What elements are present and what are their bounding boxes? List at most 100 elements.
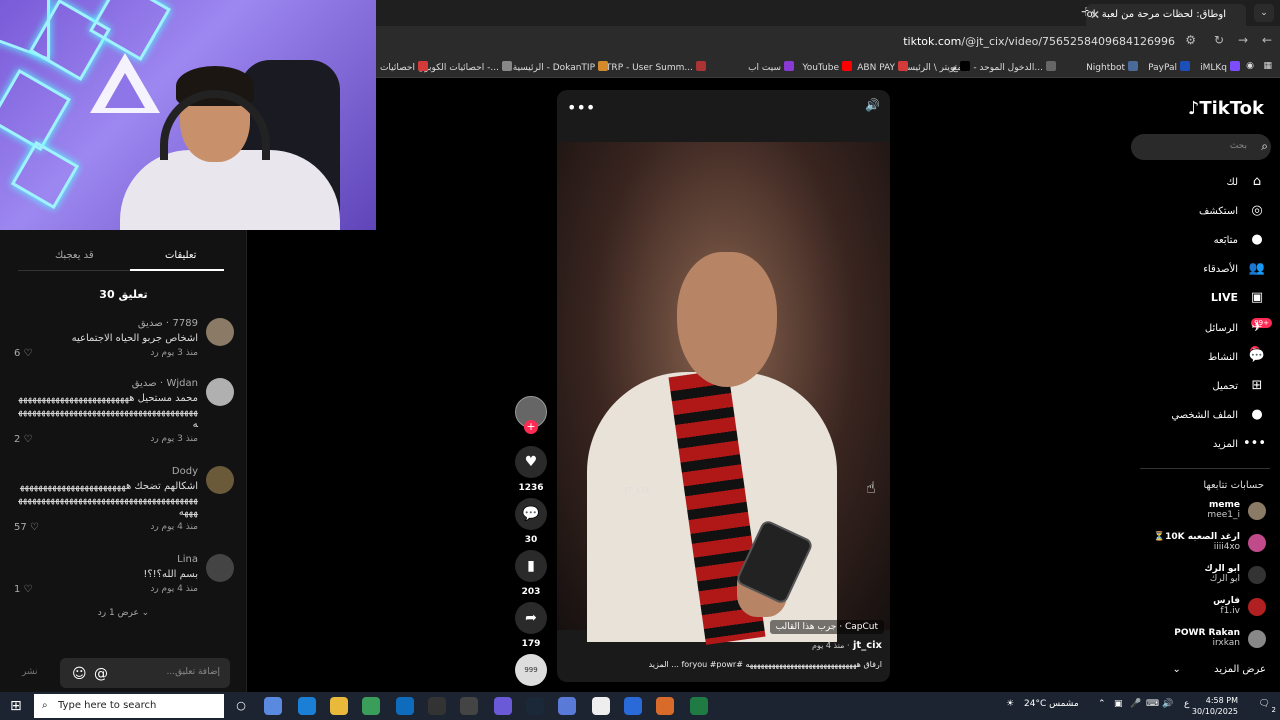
bookmark-item[interactable]: احصائيات — [380, 61, 428, 73]
bookmark-item[interactable]: ABN PAY — [857, 61, 908, 73]
forward-icon[interactable]: → — [1238, 33, 1248, 47]
avatar[interactable] — [206, 318, 234, 346]
windows-start-icon[interactable]: ⊞ — [10, 698, 22, 714]
copilot-icon[interactable] — [264, 697, 282, 715]
notepad-icon[interactable] — [592, 697, 610, 715]
tab-search-button[interactable]: ⌄ — [1254, 4, 1274, 22]
comment-meta[interactable]: منذ 4 يوم رد — [18, 522, 198, 532]
share-action[interactable]: ➦ 179 — [514, 602, 548, 649]
following-item[interactable]: ابو الرك ابو الرك — [1126, 564, 1266, 584]
steam-icon[interactable] — [526, 697, 544, 715]
bookmark-item[interactable]: PayPal — [1148, 61, 1190, 73]
video-description[interactable]: ارفاق ههههههههههههههههههههههههههههههه #f… — [562, 660, 882, 669]
nav-friends[interactable]: 👥 الأصدقاء — [1126, 261, 1266, 276]
tray-chevron-icon[interactable]: ⌃ — [1098, 699, 1106, 709]
file-explorer-icon[interactable] — [330, 697, 348, 715]
tab-close-icon[interactable]: ✕ — [1090, 4, 1100, 26]
video-player[interactable]: JT_CIX ••• 🔊 CapCut · جرب هذا القالب jt_… — [557, 90, 890, 682]
view-replies-button[interactable]: عرض 1 رد ⌄ — [0, 608, 247, 618]
avatar[interactable] — [206, 554, 234, 582]
app-icon[interactable] — [460, 697, 478, 715]
capcut-template-link[interactable]: CapCut · جرب هذا القالب — [769, 620, 884, 634]
task-view-icon[interactable]: ○ — [232, 697, 250, 715]
comment-meta[interactable]: منذ 3 يوم رد — [18, 434, 198, 444]
following-item[interactable]: فارس f1.iv — [1126, 596, 1266, 616]
bookmark-item[interactable]: Nightbot — [1086, 61, 1138, 73]
avatar[interactable] — [206, 466, 234, 494]
following-item[interactable]: ارغد الصعبه 10K⏳ iiii4xo — [1126, 532, 1266, 552]
nav-more[interactable]: ••• المزيد — [1126, 436, 1266, 451]
weather-status[interactable]: 24°C مشمس — [1024, 699, 1079, 709]
mic-icon[interactable]: 🎤 — [1130, 699, 1141, 709]
bookmark-item[interactable]: تويتر \ الرئيسية — [900, 61, 970, 73]
bookmark-item[interactable]: YouTube — [802, 61, 852, 73]
chrome-icon[interactable] — [362, 697, 380, 715]
app-icon[interactable] — [558, 697, 576, 715]
outlook-icon[interactable] — [396, 697, 414, 715]
nav-for-you[interactable]: ⌂ لك — [1126, 174, 1266, 189]
music-disc[interactable]: 999 — [514, 654, 548, 686]
emoji-icon[interactable]: ☺ — [72, 666, 87, 682]
show-more-button[interactable]: عرض المزيد ⌄ — [1126, 664, 1267, 675]
comment-author[interactable]: Wjdan · صديق — [18, 378, 198, 389]
comment-author[interactable]: Lina — [18, 554, 198, 565]
notification-icon[interactable]: 🗨 — [1259, 699, 1270, 709]
clock[interactable]: 4:58 PM 30/10/2025 — [1192, 695, 1238, 717]
save-action[interactable]: ▮ 203 — [514, 550, 548, 597]
comment-meta[interactable]: منذ 3 يوم رد — [18, 348, 198, 358]
obs-icon[interactable] — [428, 697, 446, 715]
nav-following[interactable]: ● متابَعه — [1126, 232, 1266, 247]
follow-button[interactable]: + — [524, 420, 538, 434]
video-author[interactable]: jt_cix · منذ 4 يوم — [812, 640, 882, 651]
bookmark-item[interactable]: سيت اب — [748, 61, 794, 73]
comment-like-button[interactable]: 1 ♡ — [14, 584, 33, 595]
reload-icon[interactable]: ↻ — [1214, 33, 1224, 47]
edge-icon[interactable] — [298, 697, 316, 715]
app-icon[interactable] — [624, 697, 642, 715]
bookmark-item[interactable]: الرئيسية - DokanTIP — [513, 61, 608, 73]
browser-tab[interactable]: اوطاق: لحظات مرحة من لعبة Tok ✕ — [1086, 4, 1246, 26]
discord-icon[interactable] — [494, 697, 512, 715]
back-icon[interactable]: ← — [1262, 33, 1272, 47]
nav-profile[interactable]: ● الملف الشخصي — [1126, 407, 1266, 422]
tab-comments[interactable]: تعليقات — [165, 250, 196, 261]
site-settings-icon[interactable]: ⚙ — [1185, 33, 1196, 47]
apps-icon[interactable]: ▦ — [1263, 61, 1272, 71]
more-options-icon[interactable]: ••• — [567, 98, 595, 117]
comment-author[interactable]: 7789 · صديق — [18, 318, 198, 329]
volume-icon[interactable]: 🔊 — [1162, 699, 1173, 709]
like-action[interactable]: ♥ 1236 — [514, 446, 548, 493]
mention-icon[interactable]: @ — [94, 666, 108, 682]
nav-activity[interactable]: 💬 النشاط — [1126, 349, 1266, 364]
tiktok-logo[interactable]: ♪TikTok — [1188, 98, 1264, 119]
bookmark-globe-icon[interactable]: ◉ — [1246, 61, 1254, 71]
comment-like-button[interactable]: 2 ♡ — [14, 434, 33, 445]
url-field[interactable]: tiktok.com/@jt_cix/video/756525840968412… — [903, 35, 1175, 48]
taskbar-search[interactable]: Type here to search — [34, 694, 224, 718]
app-icon[interactable] — [656, 697, 674, 715]
comment-author[interactable]: Dody — [18, 466, 198, 477]
tray-app-icon[interactable]: ▣ — [1114, 699, 1123, 709]
comment-action[interactable]: 💬 30 — [514, 498, 548, 545]
following-item[interactable]: POWR Rakan irxkan — [1126, 628, 1266, 648]
language-indicator[interactable]: ع — [1184, 699, 1189, 709]
bookmark-item[interactable]: MTRP - User Summ... — [598, 61, 706, 73]
nav-upload[interactable]: ⊞ تحميل — [1126, 378, 1266, 393]
search-input[interactable]: بحث — [1131, 134, 1271, 160]
comment-like-button[interactable]: 6 ♡ — [14, 348, 33, 359]
bookmark-item[interactable]: احصائيات الكوبون -... — [418, 61, 512, 73]
comment-like-button[interactable]: 57 ♡ — [14, 522, 39, 533]
avatar[interactable] — [206, 378, 234, 406]
bookmark-item[interactable]: iMLKq — [1200, 61, 1240, 73]
network-icon[interactable]: ⌨ — [1146, 699, 1159, 709]
comment-meta[interactable]: منذ 4 يوم رد — [18, 584, 198, 594]
volume-icon[interactable]: 🔊 — [865, 98, 880, 112]
search-icon[interactable]: ⌕ — [1261, 139, 1268, 154]
excel-icon[interactable] — [690, 697, 708, 715]
nav-messages[interactable]: ✈ الرسائل — [1126, 320, 1266, 335]
tab-you-may-like[interactable]: قد يعجبك — [55, 250, 94, 261]
nav-live[interactable]: ▣ LIVE — [1126, 290, 1266, 305]
nav-explore[interactable]: ◎ استكشف — [1126, 203, 1266, 218]
post-button[interactable]: نشر — [22, 667, 38, 677]
following-item[interactable]: meme mee1_i — [1126, 500, 1266, 520]
